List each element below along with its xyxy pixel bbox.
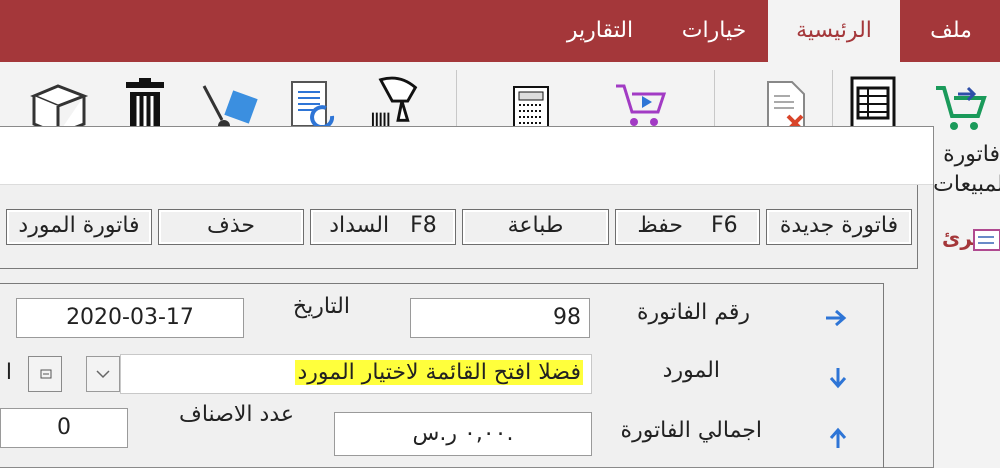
ribbon-tab-bar: ملف الرئيسية خيارات التقارير [0, 0, 1000, 62]
tab-file[interactable]: ملف [902, 0, 1000, 62]
items-count-label: عدد الاصناف [179, 402, 294, 427]
dialog-title-bar [0, 127, 933, 185]
supplier-details-button[interactable] [28, 356, 62, 392]
cart-arrow-icon[interactable] [932, 80, 992, 136]
arrow-right-icon [826, 309, 847, 327]
barcode-scanner-icon[interactable] [368, 74, 430, 130]
supplier-cut-label: ا [5, 360, 12, 385]
print-button[interactable]: طباعة [462, 209, 609, 245]
invoice-total-label: اجمالي الفاتورة [620, 418, 762, 443]
sales-invoice-label: فاتورة [943, 142, 1000, 167]
tab-options[interactable]: خيارات [662, 0, 766, 62]
arrow-up-icon [829, 427, 847, 448]
save-button[interactable]: حفظ F6 [615, 209, 760, 245]
tab-reports[interactable]: التقارير [540, 0, 660, 62]
payment-button[interactable]: السداد F8 [310, 209, 456, 245]
invoice-form: رقم الفاتورة 98 التاريخ 2020-03-17 المور… [0, 283, 884, 468]
invoice-toolbar: فاتورة جديدة حفظ F6 طباعة السداد F8 حذف … [0, 185, 918, 269]
new-invoice-button[interactable]: فاتورة جديدة [766, 209, 912, 245]
arrow-down-icon [829, 368, 847, 389]
supplier-placeholder: فضلا افتح القائمة لاختيار المورد [295, 360, 583, 385]
invoice-number-label: رقم الفاتورة [636, 300, 750, 325]
delete-button[interactable]: حذف [158, 209, 304, 245]
sales-invoice-label-line2: المبيعات [933, 172, 1000, 197]
supplier-invoice-button[interactable]: فاتورة المورد [6, 209, 152, 245]
invoice-number-field[interactable]: 98 [410, 298, 590, 338]
supplier-label: المورد [662, 358, 720, 383]
items-count-field[interactable]: 0 [0, 408, 128, 448]
ribbon-separator [832, 70, 833, 132]
supplier-dropdown-button[interactable] [86, 356, 120, 392]
date-label: التاريخ [292, 294, 350, 319]
document-list-icon[interactable] [846, 76, 902, 132]
ribbon-separator [714, 70, 715, 132]
chevron-down-icon [96, 370, 110, 379]
date-field[interactable]: 2020-03-17 [16, 298, 244, 338]
form-small-icon [40, 369, 52, 379]
tab-home[interactable]: الرئيسية [768, 0, 900, 62]
ribbon-separator [456, 70, 457, 132]
supplier-combo[interactable]: فضلا افتح القائمة لاختيار المورد [120, 354, 592, 394]
form-icon [973, 229, 1000, 251]
invoice-total-field[interactable]: ٠,٠٠ ر.س. [334, 412, 592, 456]
supplier-invoice-dialog: فاتورة جديدة حفظ F6 طباعة السداد F8 حذف … [0, 126, 934, 468]
